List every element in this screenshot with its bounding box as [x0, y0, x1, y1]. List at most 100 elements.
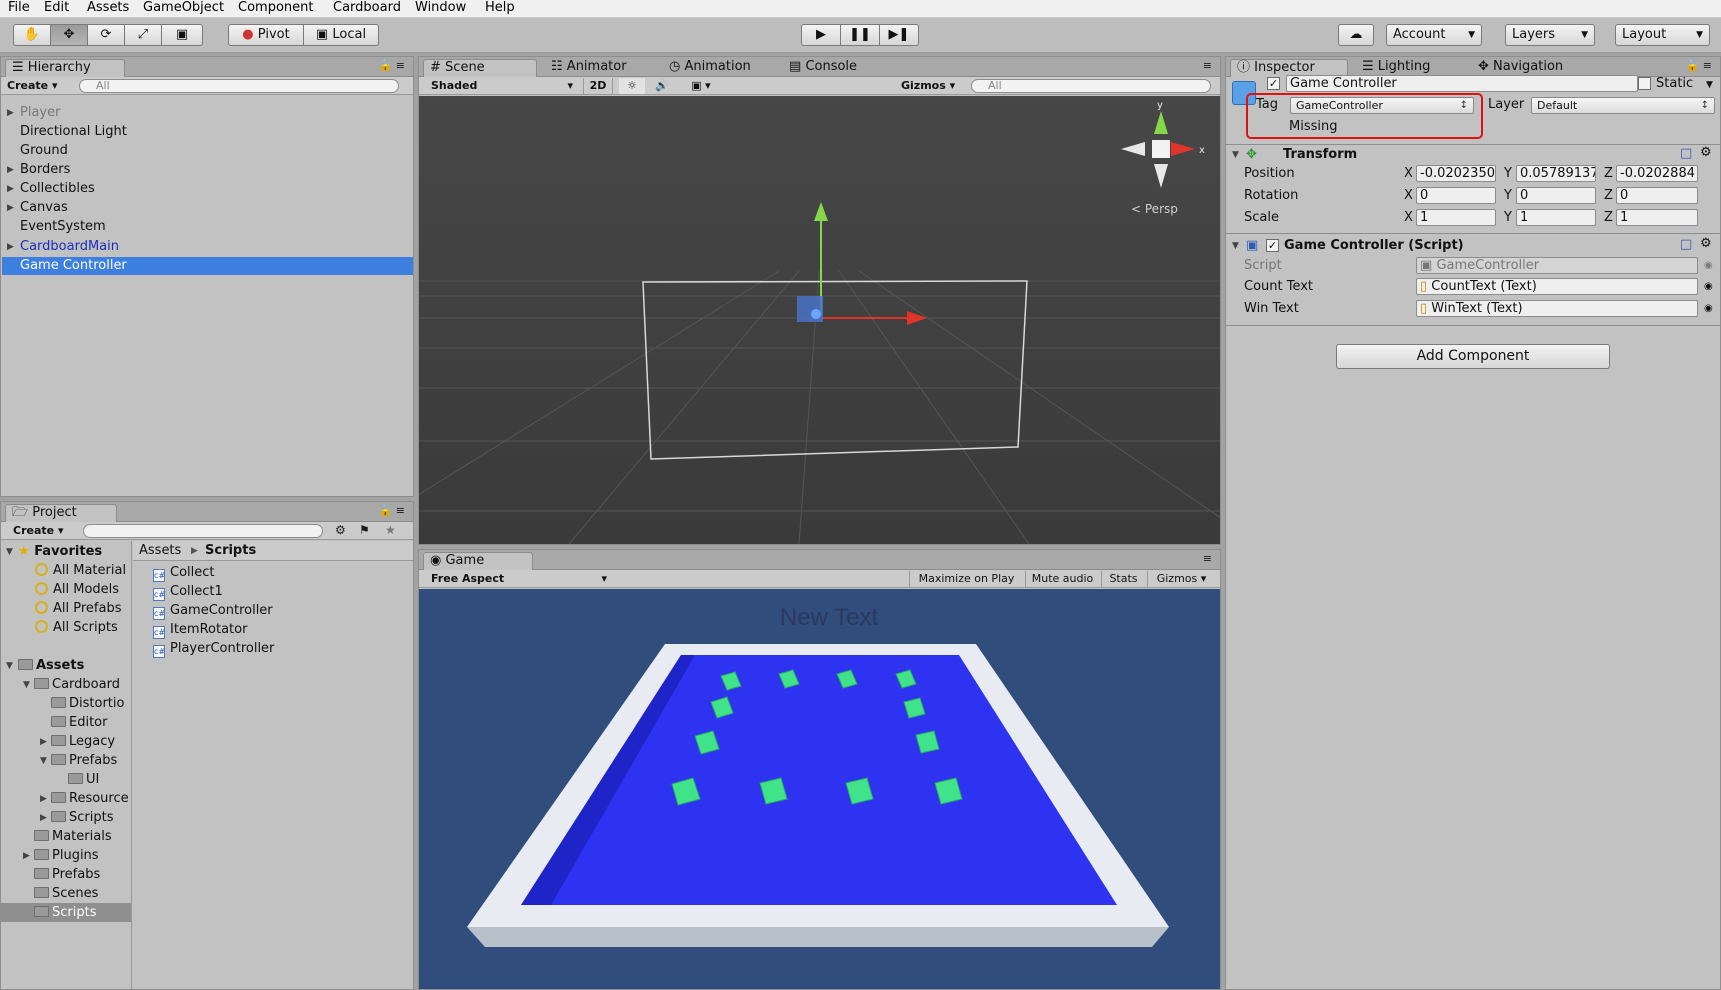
filter-label-icon[interactable]: ⚑	[359, 523, 370, 537]
help-icon[interactable]: □	[1680, 146, 1692, 162]
hierarchy-item-game-controller[interactable]: Game Controller	[20, 257, 127, 275]
static-checkbox[interactable]	[1638, 77, 1651, 90]
folder-ui[interactable]: UI	[68, 771, 99, 789]
project-create-button[interactable]: Create ▾	[13, 523, 63, 539]
hierarchy-item-collectibles[interactable]: Collectibles	[20, 180, 95, 198]
game-viewport[interactable]: New Text	[419, 589, 1220, 989]
active-checkbox[interactable]: ✓	[1267, 77, 1280, 90]
mode-2d-toggle[interactable]: 2D	[583, 78, 613, 94]
scale-x-field[interactable]: 1	[1416, 209, 1496, 226]
assets-header[interactable]: Assets	[18, 657, 84, 675]
folder-prefabs-root[interactable]: Prefabs	[34, 866, 100, 884]
favorite-all-models[interactable]: All Models	[35, 581, 119, 599]
collapse-arrow-icon[interactable]: ▼	[6, 661, 13, 671]
collapse-arrow-icon[interactable]: ▼	[1232, 150, 1239, 160]
breadcrumb-assets[interactable]: Assets	[139, 543, 181, 559]
rotation-z-field[interactable]: 0	[1616, 187, 1698, 204]
folder-selection-row[interactable]: Scripts	[1, 903, 131, 922]
persp-label[interactable]: < Persp	[1131, 202, 1178, 216]
menu-window[interactable]: Window	[415, 0, 466, 16]
breadcrumb-scripts[interactable]: Scripts	[205, 543, 256, 559]
panel-menu-icon[interactable]: 🔒 ≡	[1686, 59, 1712, 72]
filter-type-icon[interactable]: ⚙	[335, 523, 346, 537]
tab-animation[interactable]: ◷ Animation	[663, 59, 773, 77]
tab-console[interactable]: ▤ Console	[783, 59, 883, 77]
transform-title[interactable]: Transform	[1283, 147, 1357, 163]
hierarchy-item-canvas[interactable]: Canvas	[20, 199, 68, 217]
expand-arrow-icon[interactable]: ▶	[7, 203, 14, 213]
script-component-title[interactable]: Game Controller (Script)	[1284, 238, 1464, 254]
folder-scenes[interactable]: Scenes	[34, 885, 98, 903]
layer-dropdown[interactable]: Default	[1531, 97, 1715, 114]
panel-menu-icon[interactable]: ≡	[1203, 552, 1212, 565]
pause-button[interactable]: ❚❚	[840, 24, 880, 46]
menu-cardboard[interactable]: Cardboard	[333, 0, 401, 16]
collapse-arrow-icon[interactable]: ▼	[1232, 241, 1239, 251]
folder-scripts[interactable]: Scripts	[34, 904, 96, 922]
hierarchy-item-player[interactable]: Player	[20, 104, 60, 122]
rotation-y-field[interactable]: 0	[1516, 187, 1596, 204]
panel-menu-icon[interactable]: ≡	[1203, 59, 1212, 72]
scale-z-field[interactable]: 1	[1616, 209, 1698, 226]
expand-arrow-icon[interactable]: ▶	[7, 108, 14, 118]
hierarchy-item-ground[interactable]: Ground	[20, 142, 68, 160]
position-z-field[interactable]: -0.0202884	[1616, 165, 1698, 182]
file-itemrotator[interactable]: c# ItemRotator	[153, 621, 247, 639]
panel-menu-icon[interactable]: 🔒 ≡	[379, 59, 405, 72]
favorite-all-material[interactable]: All Material	[35, 562, 126, 580]
cloud-button[interactable]: ☁	[1338, 24, 1374, 46]
object-name-field[interactable]: Game Controller	[1286, 75, 1638, 92]
favorite-all-scripts[interactable]: All Scripts	[35, 619, 118, 637]
folder-materials[interactable]: Materials	[34, 828, 112, 846]
aspect-dropdown[interactable]: Free Aspect ▾	[431, 571, 611, 587]
rotate-tool-button[interactable]: ⟳	[87, 24, 125, 46]
hierarchy-item-cardboardmain[interactable]: CardboardMain	[20, 238, 119, 256]
maximize-on-play-toggle[interactable]: Maximize on Play	[909, 571, 1023, 587]
shading-mode-dropdown[interactable]: Shaded ▾	[431, 78, 577, 94]
stats-toggle[interactable]: Stats	[1101, 571, 1145, 587]
folder-cardboard-scripts[interactable]: Scripts	[51, 809, 113, 827]
scale-tool-button[interactable]: ⤢	[124, 24, 162, 46]
move-tool-button[interactable]: ✥	[50, 24, 88, 46]
hand-tool-button[interactable]: ✋	[13, 24, 51, 46]
expand-arrow-icon[interactable]: ▶	[7, 242, 14, 252]
scene-viewport[interactable]: y x < Persp	[419, 96, 1220, 544]
expand-arrow-icon[interactable]: ▶	[40, 737, 47, 747]
file-collect1[interactable]: c# Collect1	[153, 583, 223, 601]
menu-assets[interactable]: Assets	[87, 0, 129, 16]
project-search-input[interactable]	[83, 524, 323, 538]
position-x-field[interactable]: -0.0202350	[1416, 165, 1496, 182]
folder-legacy[interactable]: Legacy	[51, 733, 115, 751]
expand-arrow-icon[interactable]: ▶	[7, 184, 14, 194]
collapse-arrow-icon[interactable]: ▼	[40, 756, 47, 766]
local-toggle[interactable]: ▣ Local	[303, 24, 379, 46]
tab-animator[interactable]: ☷ Animator	[545, 59, 655, 77]
gear-icon[interactable]: ⚙	[1700, 236, 1712, 252]
favorites-header[interactable]: ★ Favorites	[18, 543, 102, 561]
script-enabled-checkbox[interactable]: ✓	[1266, 239, 1279, 252]
win-text-field[interactable]: ▯ WinText (Text)	[1416, 300, 1698, 317]
menu-edit[interactable]: Edit	[44, 0, 69, 16]
game-gizmos-dropdown[interactable]: Gizmos ▾	[1147, 571, 1215, 587]
folder-cardboard[interactable]: Cardboard	[34, 676, 120, 694]
pivot-toggle[interactable]: ● Pivot	[228, 24, 304, 46]
count-text-field[interactable]: ▯ CountText (Text)	[1416, 278, 1698, 295]
mute-audio-toggle[interactable]: Mute audio	[1025, 571, 1099, 587]
step-button[interactable]: ▶❚	[879, 24, 919, 46]
tab-project[interactable]: 🗁 Project	[5, 504, 117, 522]
file-collect[interactable]: c# Collect	[153, 564, 215, 582]
play-button[interactable]: ▶	[801, 24, 841, 46]
scale-y-field[interactable]: 1	[1516, 209, 1596, 226]
menu-gameobject[interactable]: GameObject	[143, 0, 224, 16]
folder-plugins[interactable]: Plugins	[34, 847, 99, 865]
layout-dropdown[interactable]: Layout ▼	[1615, 24, 1710, 46]
hierarchy-search-input[interactable]: All	[79, 79, 399, 93]
panel-menu-icon[interactable]: 🔒 ≡	[379, 504, 405, 517]
object-picker-icon[interactable]: ◉	[1704, 301, 1713, 317]
gizmo-center[interactable]	[811, 309, 821, 319]
expand-arrow-icon[interactable]: ▶	[7, 165, 14, 175]
menu-component[interactable]: Component	[238, 0, 313, 16]
effects-dropdown[interactable]: ▣ ▾	[681, 78, 721, 94]
add-component-button[interactable]: Add Component	[1336, 344, 1610, 369]
audio-toggle[interactable]: 🔊	[649, 78, 675, 94]
